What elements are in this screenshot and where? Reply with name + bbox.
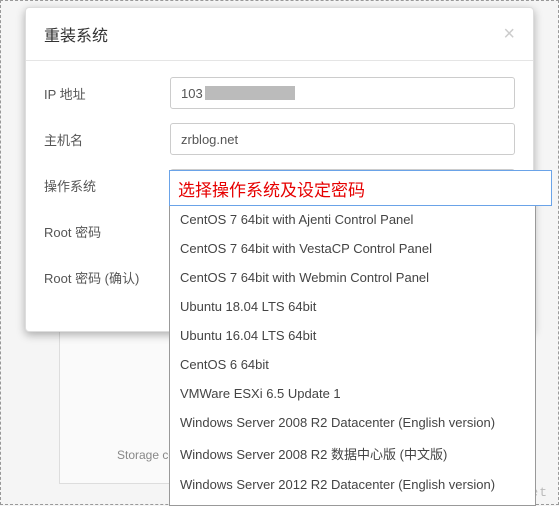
hostname-label: 主机名: [44, 130, 170, 149]
storage-text-fragment-left: Storage co: [117, 448, 175, 462]
ip-field[interactable]: 103: [170, 77, 515, 109]
dropdown-item[interactable]: CentOS 7 64bit with Webmin Control Panel: [170, 263, 535, 292]
dropdown-item[interactable]: VMWare ESXi 6.5 Update 1: [170, 379, 535, 408]
dropdown-item[interactable]: CentOS 7 64bit with Ajenti Control Panel: [170, 205, 535, 234]
root-pw-confirm-label: Root 密码 (确认): [44, 268, 170, 287]
dropdown-item[interactable]: CentOS 6 64bit: [170, 350, 535, 379]
close-icon[interactable]: ×: [503, 24, 515, 44]
os-dropdown: CentOS 7 64bit with Ajenti Control Panel…: [169, 170, 536, 506]
row-ip: IP 地址 103: [44, 77, 515, 109]
dropdown-search-input[interactable]: [169, 170, 552, 206]
dropdown-item[interactable]: Windows Server 2008 R2 数据中心版 (中文版): [170, 437, 535, 470]
hostname-input[interactable]: [170, 123, 515, 155]
ip-value-visible: 103: [181, 86, 203, 101]
ip-label: IP 地址: [44, 84, 170, 103]
modal-header: 重装系统 ×: [26, 8, 533, 61]
row-hostname: 主机名: [44, 123, 515, 155]
dropdown-list[interactable]: CentOS 7 64bit with Ajenti Control Panel…: [170, 205, 535, 505]
dropdown-item[interactable]: Windows Server 2008 R2 Datacenter (Engli…: [170, 408, 535, 437]
dropdown-item[interactable]: Windows Server 2012 R2 数据中心版 (中文版): [170, 499, 535, 505]
modal-title: 重装系统: [44, 22, 108, 46]
ip-value-masked: [205, 86, 295, 100]
dropdown-item[interactable]: Ubuntu 18.04 LTS 64bit: [170, 292, 535, 321]
dropdown-item[interactable]: Ubuntu 16.04 LTS 64bit: [170, 321, 535, 350]
root-pw-label: Root 密码: [44, 222, 170, 241]
os-label: 操作系统: [44, 176, 170, 195]
dropdown-item[interactable]: Windows Server 2012 R2 Datacenter (Engli…: [170, 470, 535, 499]
dropdown-item[interactable]: CentOS 7 64bit with VestaCP Control Pane…: [170, 234, 535, 263]
